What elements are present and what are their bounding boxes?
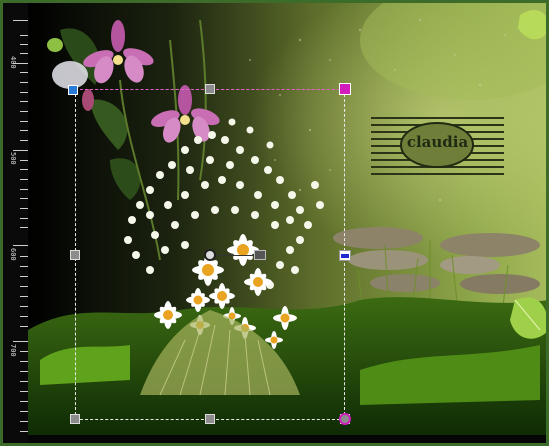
- handle-bottom-left[interactable]: [70, 414, 80, 424]
- ruler-tick: [20, 44, 28, 45]
- rotation-pivot-handle[interactable]: [204, 249, 216, 261]
- ruler-label-text: 400: [9, 56, 17, 69]
- handle-middle-left[interactable]: [70, 250, 80, 260]
- ruler-tick: [20, 361, 28, 362]
- ruler-tick: [13, 150, 28, 151]
- ruler-tick: [20, 326, 28, 327]
- ruler-tick: [20, 266, 28, 267]
- ruler-tick: [20, 169, 28, 170]
- ruler-tick: [20, 381, 28, 382]
- bottom-right-marker-icon: [339, 413, 351, 425]
- rotate-handle-top-right[interactable]: [339, 83, 351, 95]
- ruler-tick: [20, 121, 28, 122]
- ruler-tick: [20, 256, 28, 257]
- ruler-tick: [20, 401, 28, 402]
- ruler-label-text: 700: [9, 344, 17, 357]
- ruler-tick: [13, 245, 28, 246]
- ruler-tick: [20, 218, 28, 219]
- skew-handle[interactable]: [254, 250, 266, 260]
- ruler-tick: [20, 92, 28, 93]
- ruler-tick: [20, 208, 28, 209]
- ruler-tick: [20, 316, 28, 317]
- ruler-tick: [20, 227, 28, 228]
- ruler-tick: [13, 20, 28, 21]
- ruler-label-700: 700: [9, 344, 17, 357]
- claudia-watermark: claudia: [371, 115, 504, 179]
- ruler-tick: [20, 286, 28, 287]
- ruler-tick: [20, 82, 28, 83]
- ruler-tick: [20, 179, 28, 180]
- editor-workspace: 400 500 600 700 claudia: [0, 0, 549, 446]
- ruler-tick: [20, 72, 28, 73]
- ruler-tick: [20, 140, 28, 141]
- ruler-label-text: 600: [9, 248, 17, 261]
- ruler-tick: [20, 391, 28, 392]
- watermark-text: claudia: [406, 133, 469, 151]
- corner-handle-top-left[interactable]: [68, 85, 78, 95]
- ruler-tick: [20, 160, 28, 161]
- ruler-tick: [20, 111, 28, 112]
- handle-top-middle[interactable]: [205, 84, 215, 94]
- ruler-tick: [20, 371, 28, 372]
- ruler-tick: [20, 35, 28, 36]
- ruler-tick: [20, 189, 28, 190]
- ruler-tick: [20, 296, 28, 297]
- ruler-label-text: 500: [9, 152, 17, 165]
- ruler-tick: [20, 130, 28, 131]
- handle-bottom-middle[interactable]: [205, 414, 215, 424]
- vertical-ruler: 400 500 600 700: [0, 0, 28, 446]
- ruler-tick: [20, 53, 28, 54]
- ruler-tick: [20, 306, 28, 307]
- ruler-tick: [20, 198, 28, 199]
- ruler-tick: [20, 431, 28, 432]
- bottom-shadow: [28, 435, 549, 446]
- ruler-tick: [20, 101, 28, 102]
- perspective-marker-icon: [341, 254, 349, 258]
- ruler-label-400: 400: [9, 56, 17, 69]
- ruler-tick: [20, 351, 28, 352]
- ruler-tick: [13, 341, 28, 342]
- ruler-tick: [20, 411, 28, 412]
- ruler-label-600: 600: [9, 248, 17, 261]
- ruler-tick: [20, 276, 28, 277]
- perspective-handle-middle-right[interactable]: [339, 250, 351, 261]
- ruler-label-500: 500: [9, 152, 17, 165]
- ruler-tick: [20, 421, 28, 422]
